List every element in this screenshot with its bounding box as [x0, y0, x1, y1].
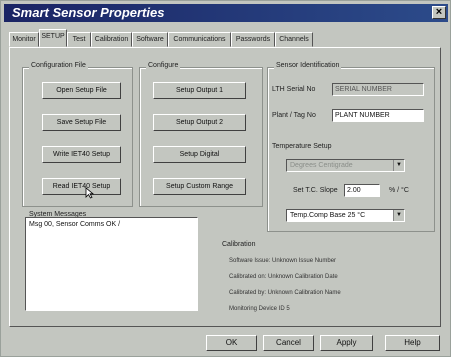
tab-channels[interactable]: Channels: [275, 32, 313, 47]
read-iet40-setup-button[interactable]: Read IET40 Setup: [42, 178, 121, 195]
device-id-text: Monitoring Device ID 5: [229, 306, 290, 312]
sensor-identification-legend: Sensor Identification: [274, 62, 342, 69]
calibrated-by-text: Calibrated by: Unknown Calibration Name: [229, 290, 341, 296]
tab-communications[interactable]: Communications: [168, 32, 231, 47]
tab-calibration[interactable]: Calibration: [91, 32, 132, 47]
save-setup-file-button[interactable]: Save Setup File: [42, 114, 121, 131]
plant-tag-label: Plant / Tag No: [272, 112, 316, 119]
close-button[interactable]: ×: [432, 6, 446, 19]
tab-passwords[interactable]: Passwords: [231, 32, 275, 47]
cancel-button[interactable]: Cancel: [263, 335, 314, 351]
open-setup-file-button[interactable]: Open Setup File: [42, 82, 121, 99]
plant-tag-field[interactable]: PLANT NUMBER: [332, 109, 424, 122]
tab-test[interactable]: Test: [67, 32, 91, 47]
ok-button[interactable]: OK: [206, 335, 257, 351]
setup-digital-button[interactable]: Setup Digital: [153, 146, 246, 163]
chevron-down-icon: ▼: [393, 160, 404, 171]
temperature-unit-value: Degrees Centigrade: [290, 162, 353, 169]
tab-setup[interactable]: SETUP: [39, 29, 67, 47]
tc-slope-unit: % / °C: [389, 187, 409, 194]
configure-legend: Configure: [146, 62, 181, 69]
window-title: Smart Sensor Properties: [12, 5, 165, 20]
setup-output-1-button[interactable]: Setup Output 1: [153, 82, 246, 99]
temperature-unit-select: Degrees Centigrade ▼: [286, 159, 405, 172]
properties-window: Smart Sensor Properties × Monitor SETUP …: [0, 0, 451, 357]
title-bar: Smart Sensor Properties ×: [4, 4, 448, 22]
tc-slope-label: Set T.C. Slope: [293, 187, 338, 194]
chevron-down-icon: ▼: [393, 210, 404, 221]
temp-comp-base-select[interactable]: Temp.Comp Base 25 °C ▼: [286, 209, 405, 222]
tab-monitor[interactable]: Monitor: [9, 32, 39, 47]
write-iet40-setup-button[interactable]: Write IET40 Setup: [42, 146, 121, 163]
tab-software[interactable]: Software: [132, 32, 168, 47]
tc-slope-input[interactable]: 2.00: [344, 184, 380, 197]
configuration-file-legend: Configuration File: [29, 62, 88, 69]
calibrated-on-text: Calibrated on: Unknown Calibration Date: [229, 274, 338, 280]
mouse-pointer-icon: [85, 187, 94, 199]
serial-number-label: LTH Serial No: [272, 86, 316, 93]
setup-output-2-button[interactable]: Setup Output 2: [153, 114, 246, 131]
system-message-line: Msg 00, Sensor Comms OK /: [29, 221, 121, 228]
setup-custom-range-button[interactable]: Setup Custom Range: [153, 178, 246, 195]
help-button[interactable]: Help: [385, 335, 440, 351]
software-issue-text: Software Issue: Unknown Issue Number: [229, 258, 337, 264]
temperature-setup-label: Temperature Setup: [272, 143, 332, 150]
temp-comp-base-value: Temp.Comp Base 25 °C: [290, 212, 366, 219]
calibration-label: Calibration: [222, 241, 256, 248]
serial-number-field: SERIAL NUMBER: [332, 83, 424, 96]
apply-button[interactable]: Apply: [320, 335, 373, 351]
system-messages-box: Msg 00, Sensor Comms OK /: [25, 217, 198, 311]
